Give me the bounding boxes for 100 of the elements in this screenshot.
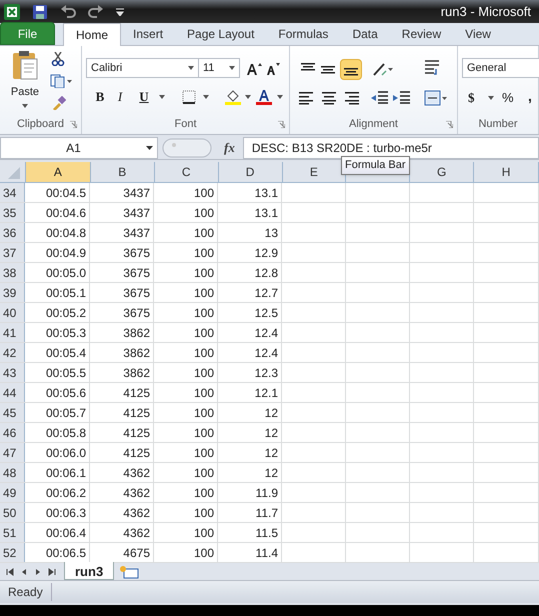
caret-icon[interactable] [245,95,251,99]
caret-icon [22,104,28,108]
ribbon-tab[interactable]: Page Layout [175,23,266,45]
ribbon-tab[interactable]: View [453,23,503,45]
file-tab[interactable]: File [0,22,55,45]
caret-icon[interactable] [203,95,209,99]
row-header[interactable]: 34 [0,183,25,202]
table-cell: 3862 [90,323,154,342]
underline-button[interactable]: U [136,88,152,106]
last-sheet-icon[interactable] [48,568,56,576]
row-header[interactable]: 35 [0,203,25,222]
row-header[interactable]: 43 [0,363,25,382]
row-header[interactable]: 51 [0,523,25,542]
row-header[interactable]: 44 [0,383,25,402]
table-cell: 100 [154,483,218,502]
row-header[interactable]: 39 [0,283,25,302]
copy-icon[interactable] [50,74,72,88]
brush-icon[interactable] [52,96,66,110]
caret-icon[interactable] [277,95,283,99]
font-color-icon[interactable] [256,89,272,105]
column-header[interactable]: C [154,162,219,182]
table-cell: 100 [154,223,218,242]
font-size-field[interactable]: 11 [198,58,240,78]
align-right-icon[interactable] [344,91,360,105]
table-cell: 3862 [90,363,154,382]
row-header[interactable]: 36 [0,223,25,242]
table-cell: 00:05.1 [25,283,90,302]
sheet-tab[interactable]: run3 [64,562,114,580]
merge-center-icon[interactable] [424,90,448,106]
caret-icon[interactable] [488,96,494,100]
ribbon-tab[interactable]: Data [340,23,390,45]
caret-icon[interactable] [188,66,194,70]
first-sheet-icon[interactable] [6,568,14,576]
splitter-handle-icon[interactable] [162,138,212,158]
window-title: run3 - Microsoft [440,2,532,21]
borders-icon[interactable] [182,90,196,104]
name-box[interactable]: A1 [0,136,158,158]
dialog-launcher-icon[interactable] [278,121,285,128]
number-format-field[interactable]: General [462,58,539,78]
row-header[interactable]: 40 [0,303,25,322]
column-header[interactable]: A [26,162,91,182]
column-header[interactable]: D [218,162,282,182]
table-cell: 100 [154,303,218,322]
table-cell: 12 [218,423,282,442]
italic-button[interactable]: I [112,88,128,106]
center-icon[interactable] [321,91,337,105]
orientation-icon[interactable] [372,61,394,77]
ribbon-tab[interactable]: Insert [121,23,176,45]
decrease-indent-icon[interactable] [370,91,388,105]
row-header[interactable]: 50 [0,503,25,522]
row-header[interactable]: 52 [0,543,25,562]
increase-indent-icon[interactable] [392,91,410,105]
dialog-launcher-icon[interactable] [70,121,77,128]
bottom-align-button[interactable] [340,59,362,80]
currency-button[interactable]: $ [468,88,474,108]
caret-icon[interactable] [229,66,235,70]
dialog-launcher-icon[interactable] [446,121,453,128]
save-icon[interactable] [32,4,48,20]
bold-button[interactable]: B [92,88,108,106]
row-header[interactable]: 37 [0,243,25,262]
undo-icon[interactable] [60,4,76,20]
table-cell: 100 [154,343,218,362]
row-header[interactable]: 42 [0,343,25,362]
cut-icon[interactable] [51,52,65,66]
row-header[interactable]: 48 [0,463,25,482]
align-left-icon[interactable] [298,91,314,105]
row-header[interactable]: 38 [0,263,25,282]
comma-button[interactable]: , [528,86,532,107]
shrink-font-icon[interactable] [265,62,281,76]
row-header[interactable]: 47 [0,443,25,462]
function-button[interactable]: fx [224,138,235,158]
customize-menu-icon[interactable] [116,8,124,16]
row-header[interactable]: 45 [0,403,25,422]
fill-color-icon[interactable] [225,89,241,105]
table-cell: 00:06.2 [25,483,90,502]
caret-icon[interactable] [159,95,165,99]
ribbon-tab[interactable]: Review [390,23,454,45]
formula-field[interactable]: DESC: B13 SR20DE : turbo-me5r [242,136,539,158]
next-sheet-icon[interactable] [34,568,42,576]
grow-font-icon[interactable] [246,62,262,76]
ribbon-tab[interactable]: Formulas [266,23,340,45]
font-name-field[interactable]: Calibri [86,58,199,78]
spreadsheet-icon[interactable] [4,4,20,20]
paste-button[interactable]: Paste [5,50,45,110]
previous-sheet-icon[interactable] [20,568,28,576]
redo-icon[interactable] [88,4,104,20]
column-header[interactable]: H [474,162,539,182]
wrap-text-icon[interactable] [424,59,440,77]
caret-icon [146,146,153,150]
table-cell: 100 [154,403,218,422]
row-header[interactable]: 49 [0,483,25,502]
table-cell: 11.9 [218,483,282,502]
column-header[interactable]: B [90,162,155,182]
ribbon-tab[interactable]: Home [63,23,122,46]
row-header[interactable]: 41 [0,323,25,342]
insert-sheet-icon[interactable] [118,564,140,578]
row-header[interactable]: 46 [0,423,25,442]
percent-button[interactable]: % [502,88,514,108]
table-cell: 00:06.3 [25,503,90,522]
table-cell: 12.7 [218,283,282,302]
